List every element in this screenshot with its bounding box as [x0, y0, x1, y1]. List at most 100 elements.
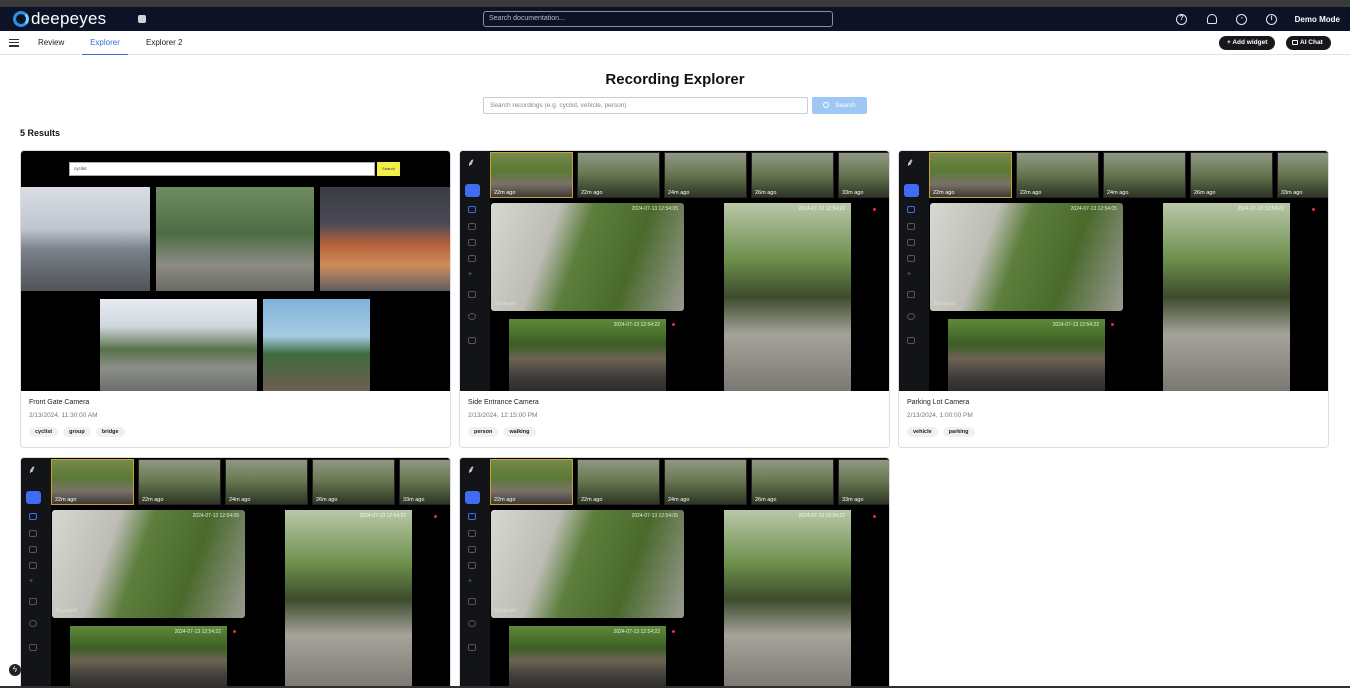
- event-time: 26m ago: [755, 497, 777, 503]
- recording-card[interactable]: cyclist Search Front Gate Camera 2/13/20…: [20, 150, 451, 448]
- event-time: 33m ago: [842, 497, 864, 503]
- camera-feed-porch: 2024-07-13 12:54:22: [724, 203, 851, 391]
- recording-card[interactable]: ⸙ + 22m ago 22m ago 24m ago 26m ago 33m …: [898, 150, 1329, 448]
- tag-chip[interactable]: person: [468, 427, 499, 437]
- nav-icon: [468, 313, 476, 320]
- search-button-label: Search: [835, 102, 856, 109]
- home-icon: [29, 513, 37, 520]
- recording-thumbnail[interactable]: ⸙ + 22m ago 22m ago 24m ago 26m ago 33m …: [21, 458, 450, 688]
- camera-feed-porch: 2024-07-13 12:54:22: [724, 510, 851, 688]
- add-widget-button[interactable]: + Add widget: [1219, 36, 1276, 50]
- recording-thumbnail[interactable]: ⸙ + 22m ago 22m ago 24m ago 26m ago 33m …: [899, 151, 1328, 391]
- event-time: 22m ago: [494, 497, 516, 503]
- event-time: 22m ago: [581, 190, 603, 196]
- security-app-sidebar: ⸙ +: [21, 458, 51, 688]
- tag-chip[interactable]: walking: [503, 427, 536, 437]
- event-time: 33m ago: [842, 190, 864, 196]
- menu-icon[interactable]: [9, 38, 19, 47]
- feed-camera-label: Backyard: [56, 608, 77, 614]
- tab-explorer-2[interactable]: Explorer 2: [146, 31, 182, 55]
- nav-icon: [468, 598, 476, 605]
- app-logo-icon: ⸙: [467, 157, 476, 169]
- nav-icon: [468, 644, 476, 651]
- event-time: 24m ago: [1107, 190, 1129, 196]
- nav-icon: [907, 239, 915, 246]
- tag-chip[interactable]: bridge: [95, 427, 125, 437]
- feed-timestamp: 2024-07-13 12:54:22: [1052, 322, 1099, 328]
- event-time: 22m ago: [581, 497, 603, 503]
- recording-thumbnail[interactable]: ⸙ + 22m ago 22m ago 24m ago 26m ago 33m …: [460, 151, 889, 391]
- feed-camera-label: Backyard: [495, 301, 516, 307]
- nav-icon: [907, 255, 915, 262]
- recording-card[interactable]: ⸙ + 22m ago 22m ago 24m ago 26m ago 33m …: [20, 457, 451, 688]
- recording-dot-icon: [873, 515, 876, 518]
- event-time: 26m ago: [1194, 190, 1216, 196]
- brand-logo[interactable]: deepeyes: [13, 9, 106, 29]
- tag-chip[interactable]: parking: [942, 427, 975, 437]
- event-time: 24m ago: [229, 497, 251, 503]
- eye-logo-icon: [13, 11, 29, 27]
- help-icon[interactable]: ?: [1167, 7, 1197, 31]
- tag-chip[interactable]: vehicle: [907, 427, 938, 437]
- recording-dot-icon: [434, 515, 437, 518]
- recording-search-input[interactable]: Search recordings (e.g. cyclist, vehicle…: [483, 97, 808, 114]
- app-logo-icon: ⸙: [467, 464, 476, 476]
- recording-card[interactable]: ⸙ + 22m ago 22m ago 24m ago 26m ago 33m …: [459, 150, 890, 448]
- nav-icon: [907, 291, 915, 298]
- camera-icon: [904, 184, 919, 197]
- demo-mode-label[interactable]: Demo Mode: [1295, 15, 1340, 24]
- top-navbar: deepeyes Search documentation... ? ◦ i D…: [0, 7, 1350, 31]
- camera-name: Side Entrance Camera: [468, 399, 539, 406]
- recording-timestamp: 2/13/2024, 11:30:00 AM: [29, 412, 98, 419]
- camera-feed-porch: 2024-07-13 12:54:22: [1163, 203, 1290, 391]
- event-time: 33m ago: [403, 497, 425, 503]
- documentation-search-input[interactable]: Search documentation...: [483, 11, 833, 27]
- tag-chip[interactable]: group: [63, 427, 91, 437]
- recording-thumbnail[interactable]: cyclist Search: [21, 151, 450, 391]
- nav-icon: [29, 546, 37, 553]
- nav-icon: [29, 562, 37, 569]
- tab-review[interactable]: Review: [38, 31, 64, 55]
- info-icon[interactable]: i: [1257, 7, 1287, 31]
- house-tree-image: [263, 299, 370, 391]
- nav-icon: [468, 337, 476, 344]
- recording-card[interactable]: ⸙ + 22m ago 22m ago 24m ago 26m ago 33m …: [459, 457, 890, 688]
- event-time: 22m ago: [142, 497, 164, 503]
- camera-name: Parking Lot Camera: [907, 399, 970, 406]
- event-time: 24m ago: [668, 190, 690, 196]
- notifications-bell-icon[interactable]: [1197, 7, 1227, 31]
- camera-feed-garden: 2024-07-13 12:54:22: [948, 319, 1105, 391]
- event-time: 26m ago: [755, 190, 777, 196]
- camera-icon: [26, 491, 41, 504]
- tab-explorer[interactable]: Explorer: [82, 31, 128, 55]
- camera-feed-garden: 2024-07-13 12:54:22: [509, 626, 666, 688]
- security-app-sidebar: ⸙ +: [899, 151, 929, 391]
- lightning-icon[interactable]: ϟ: [9, 664, 21, 676]
- tag-chip[interactable]: cyclist: [29, 427, 59, 437]
- camera-feed-backyard: 2024-07-13 12:54:05 Backyard: [491, 510, 684, 618]
- ai-chat-button[interactable]: AI Chat: [1286, 36, 1331, 50]
- plus-icon: +: [468, 271, 473, 278]
- plus-icon: +: [907, 271, 912, 278]
- ai-chat-label: AI Chat: [1300, 39, 1323, 46]
- recording-timestamp: 2/13/2024, 12:15:00 PM: [468, 412, 538, 419]
- tab-bar: Review Explorer Explorer 2 + Add widget …: [0, 31, 1350, 55]
- nav-icon: [468, 546, 476, 553]
- nav-icon: [468, 239, 476, 246]
- search-button[interactable]: Search: [812, 97, 867, 114]
- nav-icon: [29, 530, 37, 537]
- feed-timestamp: 2024-07-13 12:54:05: [192, 513, 239, 519]
- feed-timestamp: 2024-07-13 12:54:22: [613, 322, 660, 328]
- nav-icon: [907, 223, 915, 230]
- cyclist-park-image: [156, 187, 314, 291]
- settings-icon[interactable]: ◦: [1227, 7, 1257, 31]
- home-icon: [468, 206, 476, 213]
- feed-timestamp: 2024-07-13 12:54:22: [613, 629, 660, 635]
- feed-timestamp: 2024-07-13 12:54:22: [1237, 206, 1284, 212]
- recording-thumbnail[interactable]: ⸙ + 22m ago 22m ago 24m ago 26m ago 33m …: [460, 458, 889, 688]
- recording-dot-icon: [672, 323, 675, 326]
- nav-icon: [907, 313, 915, 320]
- page-title: Recording Explorer: [605, 71, 745, 88]
- camera-feed-garden: 2024-07-13 12:54:22: [509, 319, 666, 391]
- nav-icon: [29, 598, 37, 605]
